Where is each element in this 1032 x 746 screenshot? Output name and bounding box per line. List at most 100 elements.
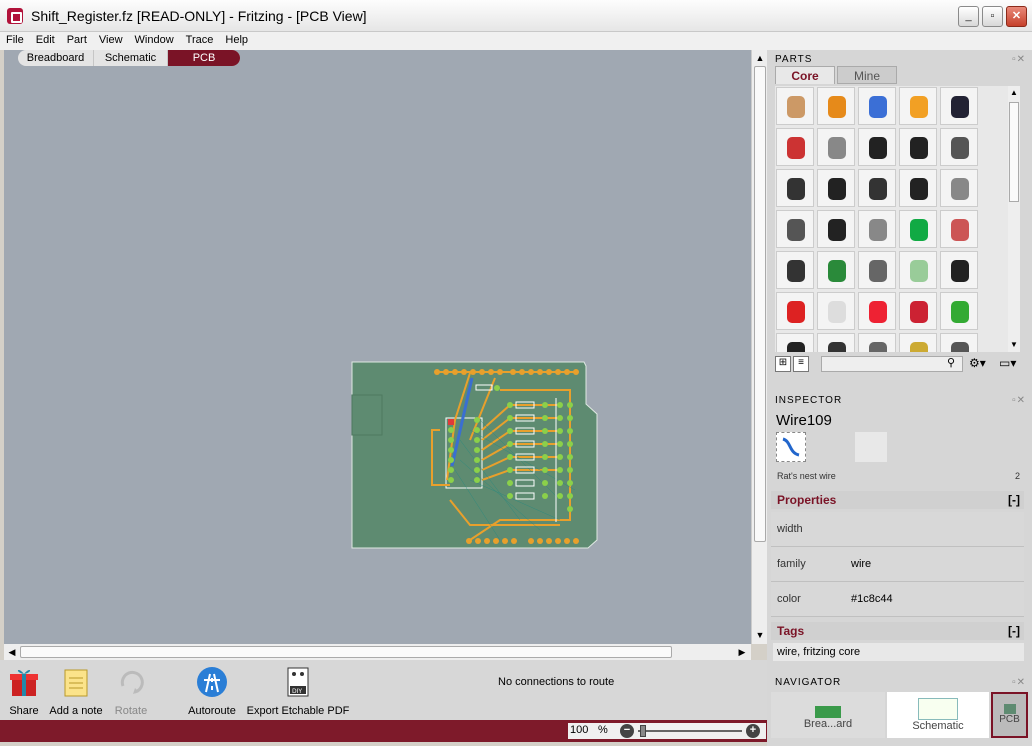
part-bin-item[interactable] (776, 87, 814, 125)
close-button[interactable]: ✕ (1006, 6, 1027, 27)
inspector-float-close-icon[interactable]: ▫✕ (1012, 395, 1026, 406)
part-bin-item[interactable] (940, 292, 978, 330)
panel-float-close-icon[interactable]: ▫✕ (1012, 54, 1026, 65)
zoom-in-icon[interactable]: + (746, 724, 760, 738)
part-bin-item[interactable] (776, 292, 814, 330)
vertical-scrollbar[interactable]: ▲ ▼ (751, 50, 767, 644)
property-value[interactable]: wire (851, 558, 871, 570)
icon-view-icon[interactable]: ⊞ (775, 356, 791, 372)
part-bin-item[interactable] (817, 251, 855, 289)
part-bin-item[interactable] (817, 128, 855, 166)
part-bin-item[interactable] (940, 169, 978, 207)
part-bin-item[interactable] (940, 87, 978, 125)
rotate-icon (120, 670, 144, 694)
part-bin-item[interactable] (776, 251, 814, 289)
part-icon (910, 96, 928, 118)
parts-scroll-down-icon[interactable]: ▼ (1009, 340, 1019, 350)
scroll-up-icon[interactable]: ▲ (753, 51, 767, 65)
navigator-schematic[interactable]: Schematic (887, 692, 989, 738)
menu-edit[interactable]: Edit (30, 32, 61, 48)
autoroute-button[interactable]: Autoroute (186, 666, 238, 717)
list-view-icon[interactable]: ≡ (793, 356, 809, 372)
menu-view[interactable]: View (93, 32, 129, 48)
menu-part[interactable]: Part (61, 32, 93, 48)
part-bin-item[interactable] (899, 333, 937, 352)
part-icon (869, 178, 887, 200)
menu-window[interactable]: Window (129, 32, 180, 48)
scroll-right-icon[interactable]: ▶ (735, 645, 749, 659)
part-bin-item[interactable] (940, 333, 978, 352)
part-icon (951, 178, 969, 200)
part-bin-item[interactable] (899, 210, 937, 248)
parts-search-input[interactable] (821, 356, 963, 372)
property-value[interactable]: #1c8c44 (851, 593, 893, 605)
tags-value: wire, fritzing core (773, 643, 1024, 661)
part-bin-item[interactable] (776, 169, 814, 207)
part-bin-item[interactable] (858, 87, 896, 125)
part-bin-item[interactable] (776, 210, 814, 248)
tab-mine[interactable]: Mine (837, 66, 897, 84)
navigator-breadboard[interactable]: Brea...ard (771, 692, 885, 738)
parts-panel-header: PARTS ▫✕ (771, 52, 1028, 67)
part-bin-item[interactable] (817, 210, 855, 248)
scroll-left-icon[interactable]: ◀ (5, 645, 19, 659)
properties-label: Properties (777, 493, 837, 507)
part-bin-item[interactable] (776, 333, 814, 352)
tags-section-header[interactable]: Tags [-] (771, 622, 1024, 640)
tab-core[interactable]: Core (775, 66, 835, 84)
horizontal-scroll-thumb[interactable] (20, 646, 672, 658)
part-bin-item[interactable] (817, 169, 855, 207)
menu-file[interactable]: File (0, 32, 30, 48)
tab-breadboard[interactable]: Breadboard (18, 50, 94, 66)
scroll-down-icon[interactable]: ▼ (753, 628, 767, 642)
parts-scrollbar[interactable]: ▲ ▼ (1008, 86, 1020, 352)
part-bin-item[interactable] (858, 333, 896, 352)
minimize-button[interactable]: _ (958, 6, 979, 27)
properties-toggle[interactable]: [-] (1008, 493, 1020, 507)
tab-schematic[interactable]: Schematic (94, 50, 168, 66)
share-button[interactable]: Share (6, 666, 42, 717)
menu-help[interactable]: Help (219, 32, 254, 48)
part-bin-item[interactable] (858, 169, 896, 207)
tags-toggle[interactable]: [-] (1008, 624, 1020, 638)
zoom-slider-handle[interactable] (640, 725, 646, 737)
maximize-button[interactable]: ▫ (982, 6, 1003, 27)
part-bin-item[interactable] (899, 169, 937, 207)
export-etchable-pdf-button[interactable]: DIY Export Etchable PDF (246, 666, 350, 717)
right-dock: PARTS ▫✕ Core Mine ▲ ▼ ⊞ ≡ ⚲ ⚙▾ ▭▾ INSPE… (767, 50, 1032, 746)
menu-trace[interactable]: Trace (180, 32, 220, 48)
part-bin-item[interactable] (899, 251, 937, 289)
zoom-out-icon[interactable]: − (620, 724, 634, 738)
part-bin-item[interactable] (858, 210, 896, 248)
navigator-pcb[interactable]: PCB (991, 692, 1028, 738)
part-bin-item[interactable] (817, 87, 855, 125)
rotate-button[interactable]: Rotate (110, 666, 152, 717)
part-bin-item[interactable] (940, 251, 978, 289)
pcb-canvas[interactable] (4, 50, 751, 644)
vertical-scroll-thumb[interactable] (754, 66, 766, 542)
part-bin-item[interactable] (940, 210, 978, 248)
zoom-slider-track[interactable] (638, 730, 742, 732)
tab-pcb[interactable]: PCB (168, 50, 240, 66)
part-bin-item[interactable] (899, 292, 937, 330)
add-note-button[interactable]: Add a note (48, 666, 104, 717)
horizontal-scrollbar[interactable]: ◀ ▶ (4, 644, 751, 660)
bin-menu-icon[interactable]: ⚙▾ (969, 356, 986, 370)
part-bin-item[interactable] (858, 128, 896, 166)
part-bin-item[interactable] (899, 128, 937, 166)
inspector-part-title: Wire109 (776, 412, 832, 429)
parts-scroll-thumb[interactable] (1009, 102, 1019, 202)
properties-section-header[interactable]: Properties [-] (771, 491, 1024, 509)
part-bin-item[interactable] (858, 251, 896, 289)
part-icon (869, 96, 887, 118)
navigator-float-close-icon[interactable]: ▫✕ (1012, 677, 1026, 688)
part-bin-item[interactable] (817, 292, 855, 330)
parts-scroll-up-icon[interactable]: ▲ (1009, 88, 1019, 98)
part-bin-item[interactable] (940, 128, 978, 166)
search-icon[interactable]: ⚲ (947, 356, 955, 369)
part-bin-item[interactable] (776, 128, 814, 166)
folder-icon[interactable]: ▭▾ (999, 356, 1016, 370)
part-bin-item[interactable] (817, 333, 855, 352)
part-bin-item[interactable] (899, 87, 937, 125)
part-bin-item[interactable] (858, 292, 896, 330)
